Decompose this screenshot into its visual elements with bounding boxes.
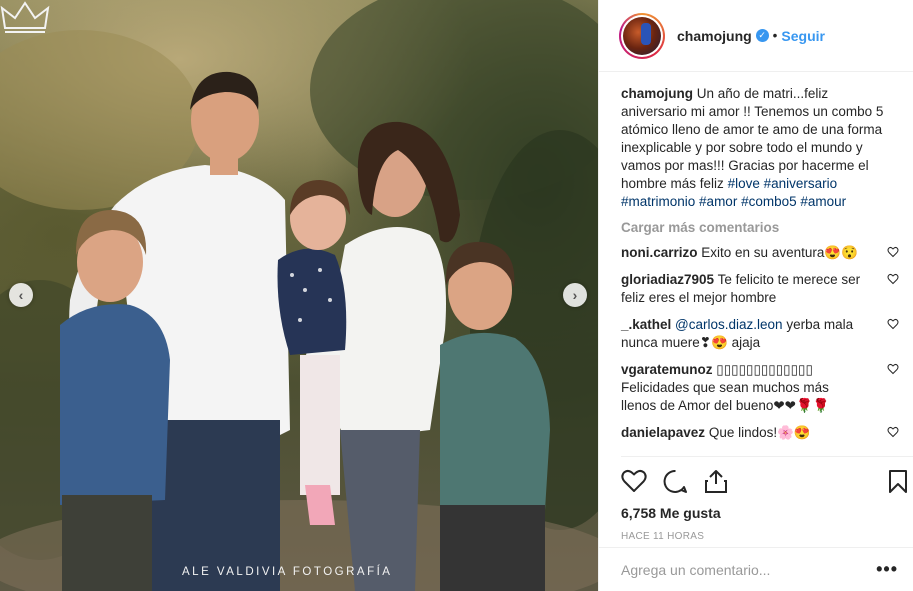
comment-mention-link[interactable]: @carlos.diaz.leon xyxy=(675,317,783,332)
load-more-comments-button[interactable]: Cargar más comentarios xyxy=(621,220,897,235)
comment-username[interactable]: danielapavez xyxy=(621,425,705,440)
comment-like-heart-icon[interactable] xyxy=(887,363,899,375)
post-photo[interactable]: ALE VALDIVIA FOTOGRAFÍA ‹ › xyxy=(0,0,598,591)
post-header: chamojung ✓ • Seguir xyxy=(599,0,913,72)
hashtag-link[interactable]: #combo5 xyxy=(741,194,797,209)
like-button[interactable] xyxy=(621,469,647,493)
hashtag-link[interactable]: #amour xyxy=(800,194,846,209)
crown-logo-icon xyxy=(0,1,50,33)
share-icon xyxy=(705,469,727,493)
hashtag-link[interactable]: #aniversario xyxy=(764,176,838,191)
comment-item: noni.carrizo Exito en su aventura😍😯 xyxy=(621,239,899,266)
post-timestamp[interactable]: HACE 11 HORAS xyxy=(621,531,913,542)
bookmark-icon xyxy=(889,469,907,493)
comment-username[interactable]: noni.carrizo xyxy=(621,245,698,260)
caption-username[interactable]: chamojung xyxy=(621,86,693,101)
save-button[interactable] xyxy=(888,469,908,494)
comment-icon xyxy=(663,469,687,493)
post-side-panel: chamojung ✓ • Seguir chamojung Un año de… xyxy=(598,0,913,591)
chevron-left-icon: ‹ xyxy=(18,287,24,303)
previous-photo-button[interactable]: ‹ xyxy=(9,283,33,307)
verified-badge-icon: ✓ xyxy=(755,29,769,42)
share-button[interactable] xyxy=(704,469,728,494)
comment-body: Exito en su aventura😍😯 xyxy=(701,245,858,260)
hashtag-link[interactable]: #love xyxy=(728,176,760,191)
more-options-button[interactable]: ••• xyxy=(876,559,898,580)
hashtag-link[interactable]: #matrimonio xyxy=(621,194,695,209)
instagram-post: ALE VALDIVIA FOTOGRAFÍA ‹ › chamojung ✓ … xyxy=(0,0,913,591)
comment-like-heart-icon[interactable] xyxy=(887,246,899,258)
comment-item: gloriadiaz7905 Te felicito te merece ser… xyxy=(621,266,899,311)
comment-like-heart-icon[interactable] xyxy=(887,273,899,285)
photo-watermark: ALE VALDIVIA FOTOGRAFÍA xyxy=(182,566,393,578)
comment-button[interactable] xyxy=(663,469,688,494)
follow-button[interactable]: Seguir xyxy=(781,28,825,44)
comment-like-heart-icon[interactable] xyxy=(887,318,899,330)
next-photo-button[interactable]: › xyxy=(563,283,587,307)
avatar[interactable] xyxy=(623,16,661,55)
separator-dot: • xyxy=(772,28,778,43)
comment-item: danielapavez Que lindos!🌸😍 xyxy=(621,419,899,446)
comment-input[interactable] xyxy=(621,561,877,578)
chevron-right-icon: › xyxy=(572,287,578,303)
comment-username[interactable]: _.kathel xyxy=(621,317,671,332)
family-photo-illustration xyxy=(0,0,598,591)
comment-username[interactable]: gloriadiaz7905 xyxy=(621,272,714,287)
story-ring[interactable] xyxy=(619,12,665,59)
comment-like-heart-icon[interactable] xyxy=(887,426,899,438)
add-comment-bar: ••• xyxy=(599,547,913,591)
comments-section[interactable]: chamojung Un año de matri...feliz aniver… xyxy=(599,72,913,449)
comment-item: vgaratemunoz ▯▯▯▯▯▯▯▯▯▯▯▯▯ Felicidades q… xyxy=(621,356,899,419)
comment-body: Que lindos!🌸😍 xyxy=(708,425,811,440)
comment-username[interactable]: vgaratemunoz xyxy=(621,362,713,377)
heart-icon xyxy=(621,469,647,492)
header-username[interactable]: chamojung xyxy=(677,28,752,44)
comment-item: _.kathel @carlos.diaz.leon yerba mala nu… xyxy=(621,311,899,356)
hashtag-link[interactable]: #amor xyxy=(699,194,737,209)
likes-count[interactable]: 6,758 Me gusta xyxy=(621,505,913,521)
post-actions: 6,758 Me gusta HACE 11 HORAS xyxy=(621,456,913,542)
action-bar xyxy=(621,463,913,499)
post-caption: chamojung Un año de matri...feliz aniver… xyxy=(621,85,897,211)
